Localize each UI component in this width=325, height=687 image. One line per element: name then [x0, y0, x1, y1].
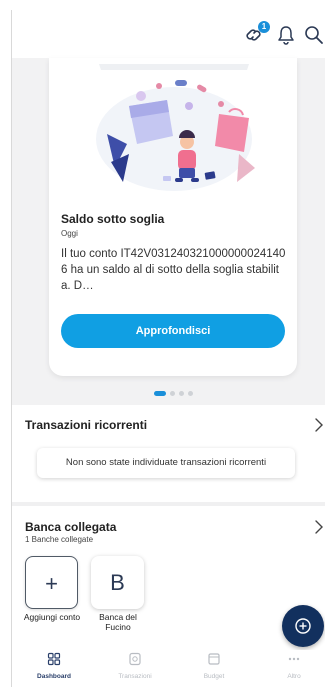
tab-dashboard[interactable]: Dashboard [24, 650, 84, 687]
banks-count: 1 Banche collegate [25, 535, 94, 544]
notifications-button[interactable] [275, 24, 297, 46]
bank-tile[interactable]: B [91, 556, 144, 609]
alert-message: Il tuo conto IT42V0312403210000000241406… [61, 248, 286, 292]
banks-title: Banca collegata [25, 520, 117, 534]
tab-label: Altro [287, 673, 301, 680]
search-button[interactable] [303, 24, 325, 46]
banks-chevron[interactable] [314, 520, 324, 534]
tab-label: Dashboard [37, 673, 71, 680]
alerts-carousel[interactable]: Saldo sotto soglia Oggi Il tuo conto IT4… [12, 58, 325, 405]
low-balance-illustration [96, 64, 255, 191]
alert-title: Saldo sotto soglia [61, 212, 165, 226]
add-fab[interactable] [282, 605, 324, 647]
tab-budget[interactable]: Budget [184, 650, 244, 687]
bank-name: Banca del Fucino [99, 612, 137, 632]
page-dot[interactable] [170, 391, 175, 396]
top-bar: 1 [12, 10, 325, 58]
bank-avatar: B [110, 570, 125, 595]
transactions-icon [129, 652, 141, 666]
alert-card[interactable]: Saldo sotto soglia Oggi Il tuo conto IT4… [49, 58, 297, 376]
tab-transactions[interactable]: Transazioni [105, 650, 165, 687]
page-dot[interactable] [188, 391, 193, 396]
bell-icon [278, 26, 294, 45]
recurring-chevron[interactable] [314, 418, 324, 432]
tab-label: Budget [203, 673, 225, 680]
chevron-right-icon [315, 520, 323, 534]
page-dot-active[interactable] [154, 391, 166, 396]
section-divider [12, 502, 325, 506]
chevron-right-icon [315, 418, 323, 432]
app-screen: 1 Saldo sotto soglia Oggi Il tuo conto I… [11, 10, 325, 687]
plus-circle-icon [295, 618, 311, 634]
linked-accounts-button[interactable]: 1 [244, 21, 270, 46]
notification-count-badge: 1 [258, 21, 270, 33]
learn-more-button[interactable]: Approfondisci [61, 314, 285, 348]
tab-more[interactable]: Altro [264, 650, 324, 687]
dashboard-icon [47, 652, 61, 666]
alert-date: Oggi [61, 229, 78, 238]
bottom-navigation: Dashboard Transazioni Budget Altro [12, 650, 325, 687]
search-icon [305, 26, 323, 44]
recurring-title: Transazioni ricorrenti [25, 418, 148, 432]
more-icon [288, 657, 300, 661]
budget-icon [208, 653, 220, 665]
no-recurring-message: Non sono state individuate transazioni r… [37, 448, 295, 478]
tab-label: Transazioni [118, 673, 152, 680]
add-account-button[interactable]: + [25, 556, 78, 609]
page-dot[interactable] [179, 391, 184, 396]
plus-icon: + [45, 571, 58, 596]
add-account-label: Aggiungi conto [23, 612, 81, 622]
